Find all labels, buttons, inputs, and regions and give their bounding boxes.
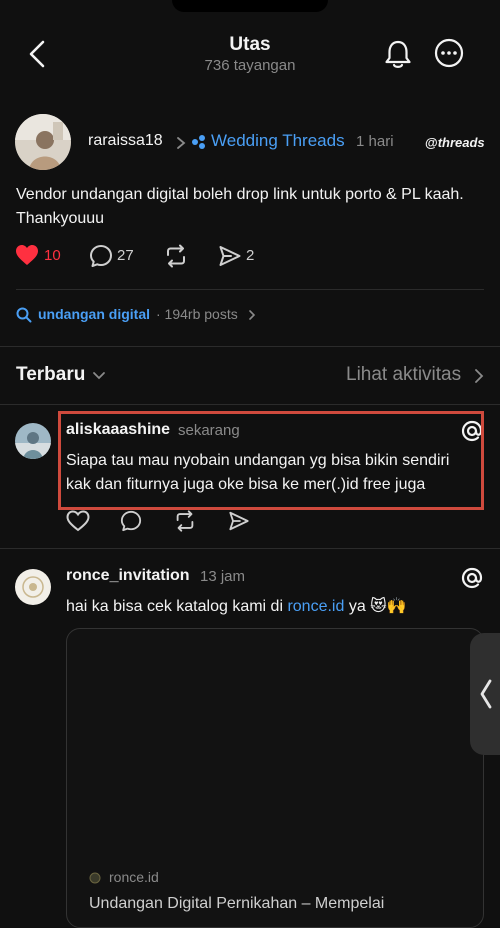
topic-row[interactable]: undangan digital · 194rb posts	[16, 306, 316, 326]
chevron-right-icon	[176, 136, 186, 150]
avatar[interactable]	[15, 114, 71, 170]
threads-logo-icon[interactable]	[461, 567, 483, 589]
more-icon	[434, 38, 464, 68]
reply-text: hai ka bisa cek katalog kami di ronce.id…	[66, 595, 476, 619]
comment-icon	[90, 245, 112, 267]
notifications-button[interactable]	[383, 38, 413, 70]
post-time: 1 hari	[356, 133, 394, 150]
view-activity-link[interactable]: Lihat aktivitas	[346, 364, 486, 388]
brand-label: threads	[437, 135, 485, 150]
site-icon	[89, 872, 101, 884]
topic-post-count: · 194rb posts	[156, 306, 238, 322]
reply-link[interactable]: ronce.id	[287, 598, 344, 615]
highlight-box	[58, 411, 484, 510]
repost-button[interactable]	[172, 509, 198, 533]
share-count: 2	[246, 247, 255, 264]
section-divider	[0, 548, 500, 549]
repost-button[interactable]	[163, 243, 189, 269]
avatar[interactable]	[15, 423, 51, 459]
view-activity-label: Lihat aktivitas	[346, 364, 462, 385]
send-icon	[219, 246, 241, 266]
reply-text-end: ya 😻🙌	[348, 598, 407, 615]
comment-icon	[120, 510, 142, 532]
view-count: 736 tayangan	[204, 57, 296, 74]
divider	[16, 289, 484, 290]
search-icon	[16, 307, 32, 323]
section-divider	[0, 346, 500, 347]
comment-button[interactable]	[89, 244, 113, 268]
side-panel-handle[interactable]	[470, 633, 500, 755]
topic-tag[interactable]: undangan digital	[38, 306, 150, 322]
like-button[interactable]	[66, 510, 90, 532]
device-notch	[172, 0, 328, 12]
comment-button[interactable]	[119, 510, 143, 532]
page-title: Utas	[229, 34, 271, 55]
threads-logo-icon: @	[425, 135, 438, 150]
post-text: Vendor undangan digital boleh drop link …	[16, 186, 464, 227]
section-divider	[0, 404, 500, 405]
bell-icon	[385, 40, 411, 68]
chevron-down-icon	[93, 372, 105, 380]
share-button[interactable]	[227, 510, 251, 532]
share-button[interactable]	[218, 244, 242, 268]
reply-text-start: hai ka bisa cek katalog kami di	[66, 598, 283, 615]
avatar[interactable]	[15, 569, 51, 605]
repost-icon	[176, 510, 194, 532]
link-preview-card[interactable]: ronce.id Undangan Digital Pernikahan – M…	[66, 628, 484, 928]
card-domain: ronce.id	[109, 869, 159, 885]
reply-time: 13 jam	[200, 568, 246, 585]
community-link[interactable]: Wedding Threads	[211, 131, 345, 151]
send-icon	[229, 511, 249, 531]
heart-filled-icon	[16, 245, 38, 265]
reply-username[interactable]: ronce_invitation	[66, 567, 190, 585]
threads-brand: @threads	[425, 134, 485, 150]
sort-dropdown[interactable]: Terbaru	[16, 364, 116, 388]
community-icon	[191, 134, 207, 150]
comment-count: 27	[117, 247, 134, 264]
like-count: 10	[44, 247, 61, 264]
card-title: Undangan Digital Pernikahan – Mempelai	[89, 895, 385, 912]
chevron-right-icon	[249, 310, 256, 320]
repost-icon	[167, 244, 185, 268]
heart-icon	[66, 510, 90, 532]
sort-label: Terbaru	[16, 364, 86, 385]
chevron-left-icon	[480, 679, 492, 709]
post-username[interactable]: raraissa18	[88, 132, 163, 150]
chevron-right-icon	[475, 369, 484, 383]
more-options-button[interactable]	[434, 38, 464, 68]
like-button[interactable]	[15, 244, 39, 266]
